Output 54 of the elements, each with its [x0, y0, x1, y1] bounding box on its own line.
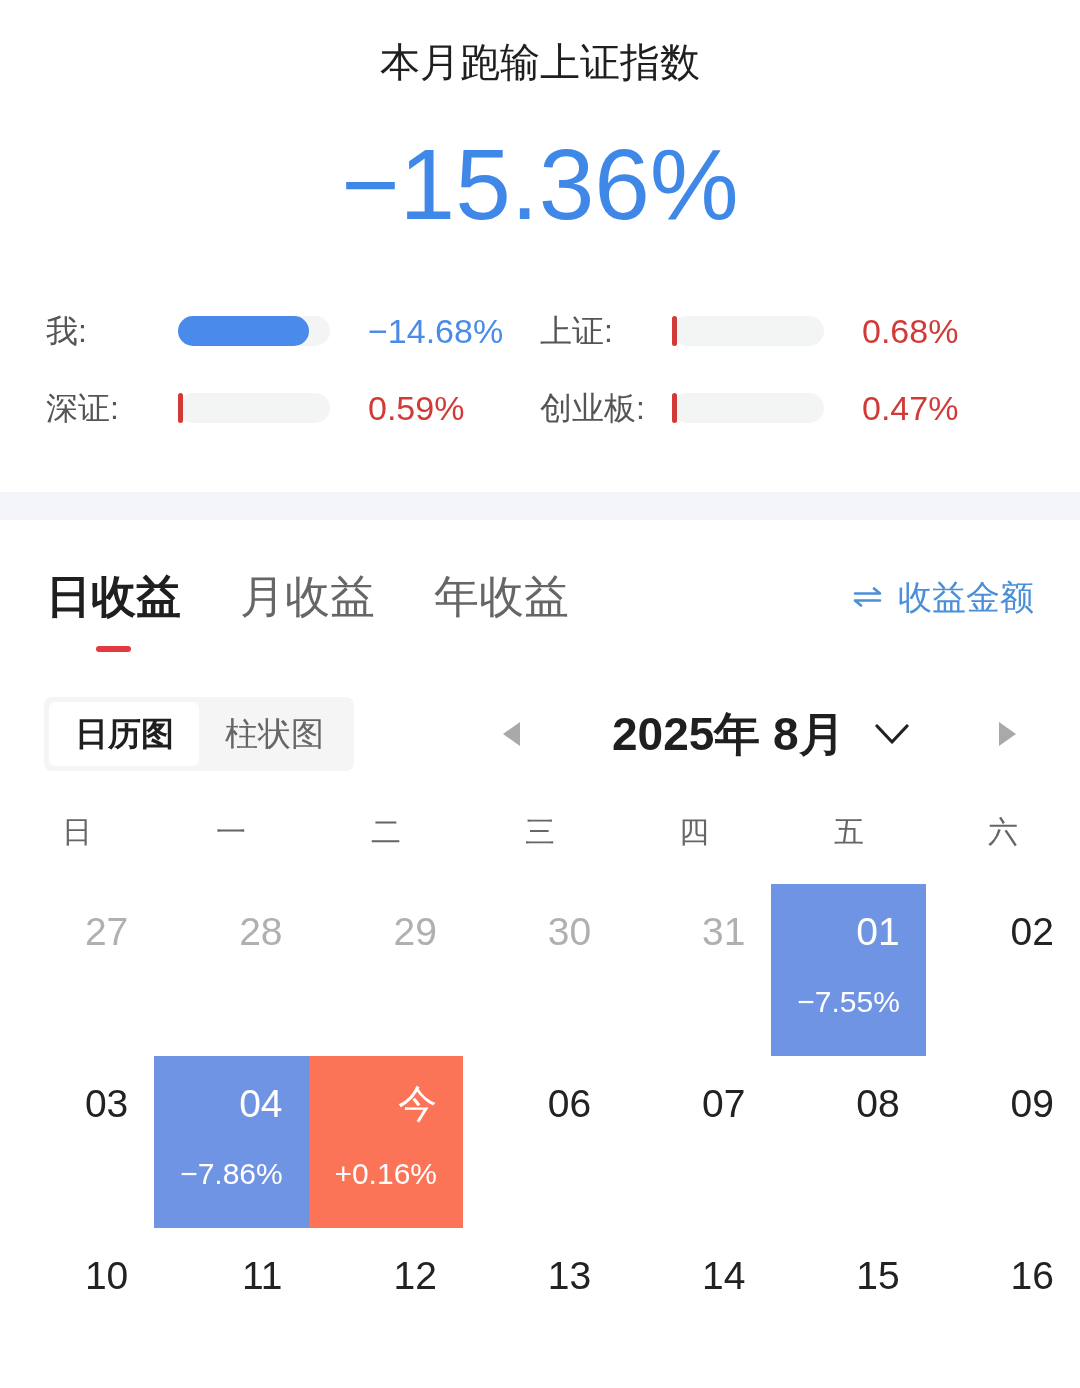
comparison-value: −14.68%	[368, 310, 504, 352]
day-number: 09	[1010, 1081, 1054, 1127]
tab[interactable]: 日收益	[46, 567, 181, 652]
tab[interactable]: 月收益	[240, 567, 375, 627]
day-number: 10	[84, 1253, 129, 1299]
tab-underline	[96, 646, 131, 652]
tab[interactable]: 年收益	[434, 567, 569, 627]
comparison-label: 创业板:	[540, 388, 645, 428]
day-change: −7.55%	[797, 984, 900, 1020]
day-number: 04	[239, 1081, 283, 1127]
day-number: 13	[547, 1253, 592, 1299]
view-option[interactable]: 日历图	[49, 702, 199, 766]
day-number: 06	[547, 1081, 592, 1127]
day-number: 27	[84, 909, 129, 955]
weekday-label: 二	[370, 814, 401, 850]
month-picker[interactable]: 2025年 8月	[612, 706, 909, 762]
day-change: −7.86%	[180, 1156, 283, 1192]
calendar-day-tile[interactable]: 04 −7.86%	[154, 1056, 309, 1228]
comparison-label: 深证:	[46, 388, 119, 428]
day-number: 今	[397, 1081, 437, 1127]
comparison-value: 0.68%	[862, 310, 959, 352]
day-number: 29	[393, 909, 437, 955]
day-number: 07	[702, 1081, 746, 1127]
day-number: 31	[702, 909, 746, 955]
excess-return-value: −15.36%	[341, 127, 739, 242]
comparison-label: 上证:	[540, 311, 613, 351]
comparison-value: 0.59%	[368, 387, 465, 429]
day-number: 30	[547, 909, 592, 955]
weekday-label: 五	[833, 814, 864, 850]
comparison-label: 我:	[46, 311, 87, 351]
day-number: 11	[242, 1253, 283, 1299]
day-number: 15	[856, 1253, 900, 1299]
day-number: 08	[856, 1081, 900, 1127]
day-number: 14	[702, 1253, 746, 1299]
chevron-down-icon	[874, 724, 909, 744]
triangle-right-icon[interactable]	[999, 722, 1016, 746]
weekday-label: 三	[525, 814, 555, 850]
page-title: 本月跑输上证指数	[380, 39, 700, 86]
calendar-day-tile[interactable]: 01 −7.55%	[771, 884, 926, 1056]
weekday-label: 六	[987, 814, 1018, 850]
comparison-value: 0.47%	[862, 387, 959, 429]
day-change: +0.16%	[334, 1156, 437, 1192]
amount-toggle[interactable]: 收益金额	[853, 567, 1034, 627]
weekday-label: 四	[679, 814, 710, 850]
day-number: 03	[84, 1081, 129, 1127]
view-option[interactable]: 柱状图	[199, 702, 349, 766]
day-number: 01	[856, 909, 900, 955]
weekday-label: 一	[216, 814, 247, 850]
triangle-left-icon[interactable]	[503, 722, 520, 746]
day-number: 02	[1010, 909, 1054, 955]
weekday-label: 日	[62, 814, 93, 850]
day-number: 12	[393, 1253, 437, 1299]
day-number: 16	[1010, 1253, 1054, 1299]
day-number: 28	[239, 909, 283, 955]
